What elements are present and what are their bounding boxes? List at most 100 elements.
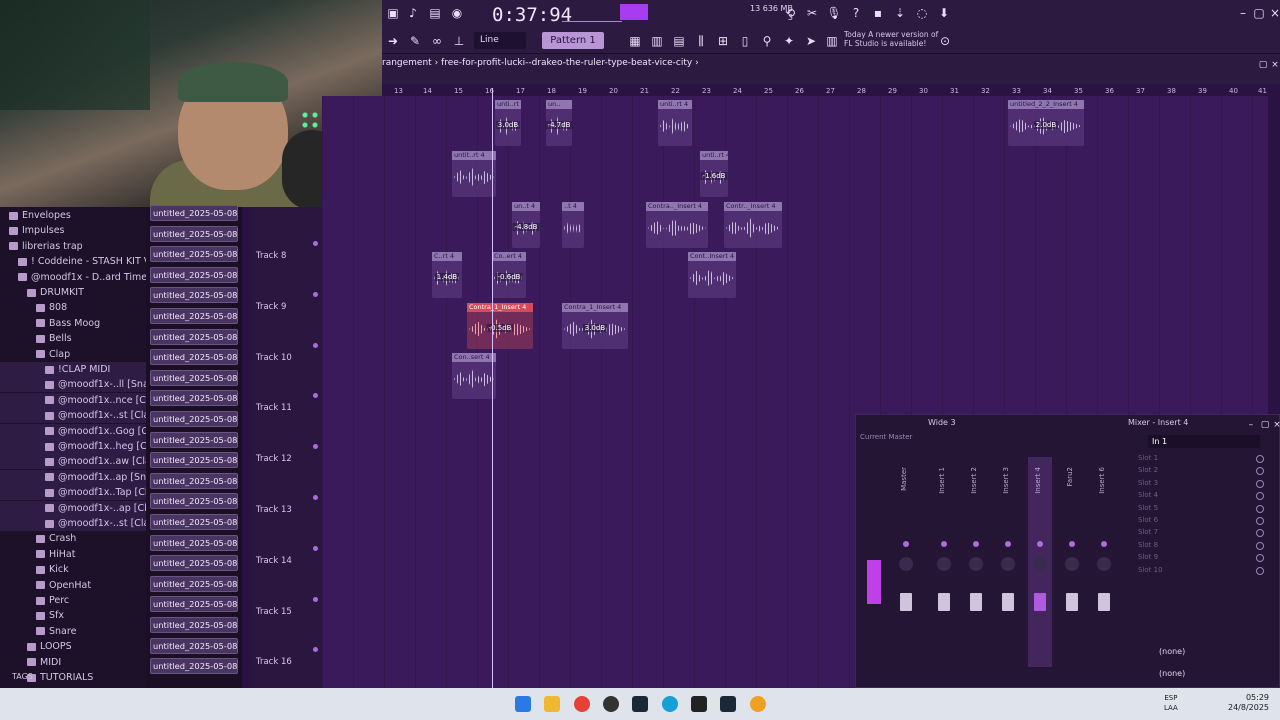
- clip-source-item[interactable]: untitled_2025-05-08 01-: [150, 637, 238, 654]
- clip-source-item[interactable]: untitled_2025-05-08 01-: [150, 555, 238, 572]
- browser-item[interactable]: @moodf1x..Tap [Clap]: [0, 485, 146, 501]
- browser-item[interactable]: Sfx: [0, 608, 146, 623]
- track-label[interactable]: Track 15: [256, 607, 292, 617]
- slot-enable-dot[interactable]: [1256, 504, 1264, 513]
- typing-keyboard-icon[interactable]: ▤: [426, 4, 444, 22]
- clip-source-item[interactable]: untitled_2025-05-08 01-: [150, 575, 238, 592]
- browser-item[interactable]: @moodf1x..ap [Snap]: [0, 469, 146, 485]
- volume-fader[interactable]: [1002, 593, 1014, 611]
- slot-enable-dot[interactable]: [1256, 467, 1264, 476]
- playhead[interactable]: [492, 88, 493, 688]
- audio-clip[interactable]: Contr.._Insert 4: [724, 202, 782, 248]
- effect-slot[interactable]: Slot 2: [1138, 466, 1158, 474]
- effect-slot[interactable]: Slot 4: [1138, 491, 1158, 499]
- track-label[interactable]: Track 11: [256, 403, 292, 413]
- track-label[interactable]: Track 13: [256, 505, 292, 515]
- track-mute-dot[interactable]: [313, 647, 318, 653]
- record-mode-icon[interactable]: ◉: [448, 4, 466, 22]
- song-time-display[interactable]: 0:37:94: [492, 4, 572, 26]
- clip-source-item[interactable]: untitled_2025-05-08 01-: [150, 411, 238, 427]
- metronome-icon[interactable]: ♪: [404, 4, 422, 22]
- clip-source-item[interactable]: untitled_2025-05-08 01-: [150, 493, 238, 510]
- clip-source-item[interactable]: untitled_2025-05-08 01-: [150, 246, 238, 263]
- pan-knob[interactable]: [1033, 557, 1047, 571]
- audio-clip[interactable]: unti..rt 4 -1.6dB: [700, 151, 728, 197]
- browser-item[interactable]: @moodf1x..heg [Clap]: [0, 439, 146, 454]
- mixer-route-none-2[interactable]: (none): [1159, 669, 1185, 678]
- slot-enable-dot[interactable]: [1256, 554, 1264, 563]
- steam-icon[interactable]: [632, 696, 648, 712]
- browser-item[interactable]: @moodf1x..Gog [Clap]: [0, 423, 146, 439]
- clip-source-item[interactable]: untitled_2025-05-08 01-: [150, 617, 238, 633]
- effect-slot[interactable]: Slot 9: [1138, 553, 1158, 561]
- track-mute-dot[interactable]: [313, 545, 318, 551]
- audio-clip[interactable]: Contra_1_Insert 4 3.0dB: [562, 303, 628, 349]
- strip-route-dot[interactable]: [941, 541, 947, 547]
- browser-item[interactable]: ! Coddeine - STASH KIT V3 !: [0, 254, 146, 269]
- channel-rack-icon[interactable]: ▤: [670, 32, 688, 50]
- clip-source-item[interactable]: untitled_2025-05-08 01-: [150, 369, 238, 386]
- track-label[interactable]: Track 12: [256, 454, 292, 464]
- strip-route-dot[interactable]: [1069, 541, 1075, 547]
- browser-item[interactable]: @moodf1x-..ll [Snap]: [0, 377, 146, 393]
- audio-clip[interactable]: Co..ert 4 -0.6dB: [492, 252, 526, 298]
- browser-item[interactable]: Perc: [0, 593, 146, 608]
- browser-item[interactable]: Bells: [0, 331, 146, 346]
- fl-studio-icon[interactable]: [750, 696, 766, 712]
- piano-roll-icon[interactable]: ▥: [648, 32, 666, 50]
- track-mute-dot[interactable]: [313, 342, 318, 348]
- mixer-strip[interactable]: Insert 3: [996, 457, 1020, 667]
- chat-icon[interactable]: ◌: [913, 4, 931, 22]
- clip-source-item[interactable]: untitled_2025-05-08 01-: [150, 452, 238, 469]
- browser-item[interactable]: Envelopes: [0, 208, 146, 223]
- pan-knob[interactable]: [1001, 557, 1015, 571]
- close-icon[interactable]: ×: [1266, 4, 1280, 22]
- cursor-icon[interactable]: ⊙: [936, 32, 954, 50]
- clip-source-item[interactable]: untitled_2025-05-08 01-: [150, 534, 238, 551]
- track-label[interactable]: Track 9: [256, 302, 286, 312]
- news-panel[interactable]: Today A newer version of FL Studio is av…: [844, 30, 938, 48]
- pan-knob[interactable]: [969, 557, 983, 571]
- slot-enable-dot[interactable]: [1256, 541, 1264, 550]
- link-icon[interactable]: ∞: [428, 32, 446, 50]
- audio-clip[interactable]: un..t 4 -4.8dB: [512, 202, 540, 248]
- slot-enable-dot[interactable]: [1256, 566, 1264, 575]
- browser-tags-label[interactable]: TAGS: [12, 672, 33, 681]
- pattern-mode-icon[interactable]: ▣: [384, 4, 402, 22]
- clip-source-item[interactable]: untitled_2025-05-08 01-: [150, 349, 238, 366]
- start-icon[interactable]: [515, 696, 531, 712]
- mixer-icon[interactable]: ⫼: [692, 32, 710, 50]
- track-mute-dot[interactable]: [313, 291, 318, 297]
- browser-item[interactable]: librerias trap: [0, 239, 146, 254]
- pan-knob[interactable]: [937, 557, 951, 571]
- news-icon[interactable]: ▥: [823, 32, 841, 50]
- strip-route-dot[interactable]: [903, 541, 909, 547]
- volume-fader[interactable]: [900, 593, 912, 611]
- browser-item[interactable]: 808: [0, 300, 146, 315]
- audio-clip[interactable]: ..t 4: [562, 202, 584, 248]
- pan-knob[interactable]: [1097, 557, 1111, 571]
- playlist-close-icon[interactable]: ×: [1266, 56, 1280, 74]
- track-mute-dot[interactable]: [313, 596, 318, 602]
- clip-source-item[interactable]: untitled_2025-05-08 01-: [150, 658, 238, 675]
- effect-slot[interactable]: Slot 10: [1138, 566, 1163, 574]
- clip-source-item[interactable]: untitled_2025-05-08 01-: [150, 287, 238, 304]
- edge-icon[interactable]: [662, 696, 678, 712]
- browser-item[interactable]: OpenHat: [0, 578, 146, 593]
- effect-slot[interactable]: Slot 6: [1138, 516, 1158, 524]
- browser-item[interactable]: @moodf1x-..ap [Clap]: [0, 500, 146, 516]
- mixer-route-none-1[interactable]: (none): [1159, 647, 1185, 656]
- browser-item[interactable]: DRUMKIT: [0, 285, 146, 300]
- mixer-close-icon[interactable]: ×: [1268, 416, 1280, 434]
- slot-enable-dot[interactable]: [1256, 492, 1264, 501]
- track-label[interactable]: Track 16: [256, 657, 292, 667]
- help-icon[interactable]: ?: [847, 4, 865, 22]
- pan-knob[interactable]: [1065, 557, 1079, 571]
- mixer-strip[interactable]: Master: [894, 457, 918, 667]
- track-mute-dot[interactable]: [313, 241, 318, 246]
- pan-knob[interactable]: [899, 557, 913, 571]
- audio-clip[interactable]: untit..rt 4: [452, 151, 496, 197]
- browser-item[interactable]: @moodf1x - D..ard Times_: [0, 270, 146, 285]
- playlist-icon[interactable]: ▦: [626, 32, 644, 50]
- audio-clip[interactable]: Contra.._Insert 4: [646, 202, 708, 248]
